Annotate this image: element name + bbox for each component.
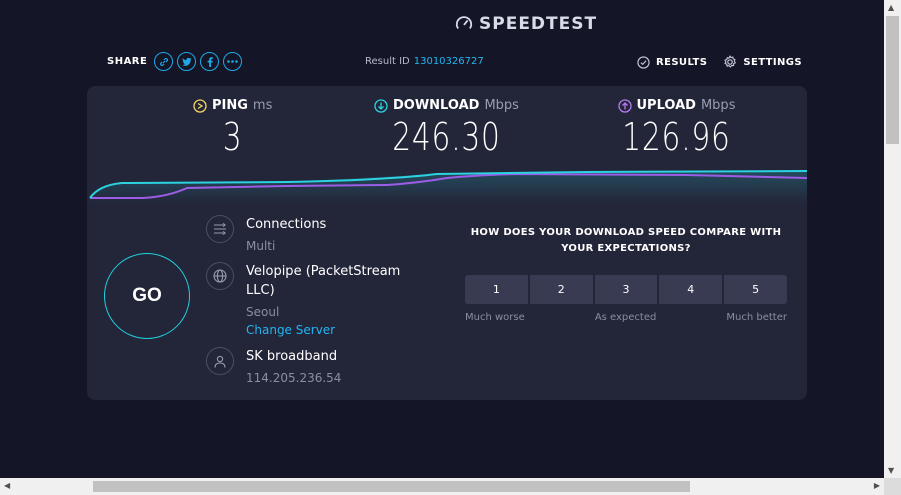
download-value: 246.30 [392, 115, 501, 159]
label-much-worse: Much worse [465, 312, 525, 323]
share-label: SHARE [107, 56, 148, 67]
horizontal-scroll-thumb[interactable] [93, 481, 690, 492]
vertical-scrollbar[interactable]: ▲ ▼ [884, 0, 901, 478]
logo-text: SPEEDTEST [479, 14, 598, 34]
connections-icon [206, 215, 234, 243]
ping-label: PING [212, 98, 248, 113]
isp-ip: 114.205.236.54 [246, 371, 342, 385]
download-icon [374, 98, 388, 113]
user-icon [206, 347, 234, 375]
upload-metric: UPLOAD Mbps 126.96 [607, 98, 746, 159]
gear-icon [724, 55, 737, 68]
isp-name: SK broadband [246, 349, 338, 364]
globe-icon [206, 262, 234, 290]
download-metric: DOWNLOAD Mbps 246.30 [374, 98, 519, 159]
scroll-right-icon[interactable]: ▶ [874, 481, 880, 490]
rating-option-3[interactable]: 3 [594, 275, 658, 304]
rating-option-5[interactable]: 5 [724, 275, 787, 304]
expectation-survey: HOW DOES YOUR DOWNLOAD SPEED COMPARE WIT… [465, 225, 787, 323]
settings-link[interactable]: SETTINGS [723, 55, 802, 69]
result-id-label: Result ID [365, 56, 410, 67]
settings-label: SETTINGS [743, 56, 802, 68]
results-link[interactable]: RESULTS [637, 55, 707, 69]
ping-unit: ms [252, 98, 273, 113]
scale-labels: Much worse As expected Much better [465, 312, 787, 323]
ping-icon [193, 98, 207, 113]
speed-graph [89, 170, 807, 204]
scroll-down-icon[interactable]: ▼ [888, 466, 894, 475]
connections-info: Connections Multi [206, 215, 326, 255]
results-panel: PING ms 3 DOWNLOAD Mbps 246.30 UPLOAD Mb… [87, 86, 807, 400]
check-circle-icon [637, 55, 650, 69]
connections-title: Connections [246, 217, 327, 232]
ping-value: 3 [222, 115, 243, 159]
survey-scale: 1 2 3 4 5 [465, 275, 787, 304]
connections-value: Multi [246, 239, 276, 253]
rating-option-1[interactable]: 1 [465, 275, 528, 304]
survey-question: HOW DOES YOUR DOWNLOAD SPEED COMPARE WIT… [470, 227, 782, 254]
download-label: DOWNLOAD [393, 98, 480, 113]
results-label: RESULTS [655, 56, 708, 68]
go-button[interactable]: GO [104, 253, 190, 339]
change-server-link[interactable]: Change Server [246, 321, 416, 339]
server-city: Seoul [246, 305, 280, 319]
facebook-icon[interactable] [200, 52, 220, 71]
scroll-left-icon[interactable]: ◀ [4, 481, 10, 490]
upload-value: 126.96 [622, 115, 731, 159]
server-info: Velopipe (PacketStream LLC) Seoul Change… [206, 262, 416, 339]
ping-header: PING ms [193, 98, 272, 113]
label-much-better: Much better [726, 312, 787, 323]
speedometer-icon [455, 16, 473, 30]
upload-icon [617, 98, 632, 113]
rating-option-2[interactable]: 2 [529, 275, 593, 304]
upload-label: UPLOAD [636, 98, 696, 113]
share-bar: SHARE [107, 52, 243, 71]
label-as-expected: As expected [594, 312, 657, 323]
more-icon[interactable] [223, 52, 243, 71]
rating-option-4[interactable]: 4 [659, 275, 723, 304]
ping-metric: PING ms 3 [193, 98, 272, 159]
upload-unit: Mbps [700, 98, 736, 113]
horizontal-scrollbar[interactable]: ◀ ▶ [0, 478, 884, 495]
download-header: DOWNLOAD Mbps [374, 98, 519, 113]
scroll-up-icon[interactable]: ▲ [888, 3, 894, 12]
top-nav: RESULTS SETTINGS [637, 55, 802, 69]
download-unit: Mbps [484, 98, 519, 113]
isp-info: SK broadband 114.205.236.54 [206, 347, 341, 387]
result-id: Result ID 13010326727 [365, 56, 484, 67]
twitter-icon[interactable] [177, 52, 197, 71]
result-id-link[interactable]: 13010326727 [414, 56, 484, 67]
vertical-scroll-thumb[interactable] [886, 16, 899, 144]
scrollbar-corner [884, 478, 901, 495]
server-name: Velopipe (PacketStream LLC) [246, 264, 401, 298]
speedtest-logo[interactable]: SPEEDTEST [455, 14, 597, 34]
upload-header: UPLOAD Mbps [617, 98, 736, 113]
link-icon[interactable] [154, 52, 174, 71]
